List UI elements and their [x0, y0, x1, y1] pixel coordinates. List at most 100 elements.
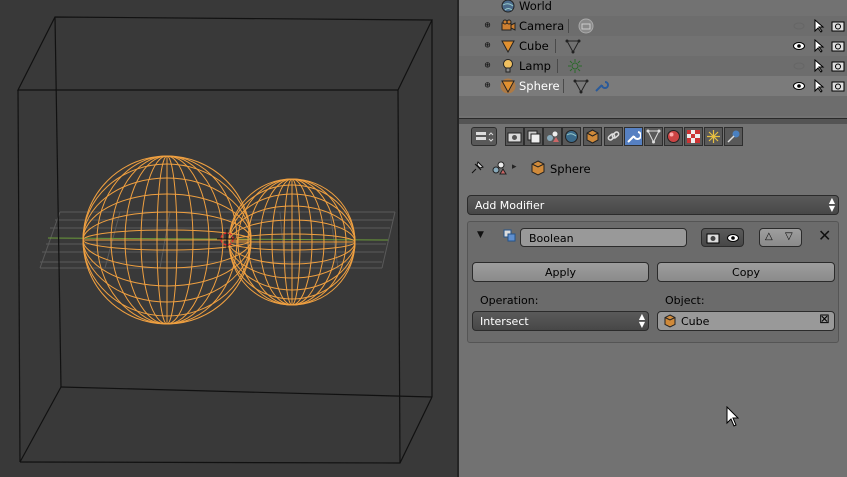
tab-texture[interactable] — [684, 127, 703, 146]
mesh-data-icon[interactable] — [573, 78, 589, 94]
breadcrumb: ▸ Sphere — [469, 160, 839, 178]
object-label: Object: — [665, 294, 705, 307]
properties-editor-icon — [476, 132, 494, 142]
tab-physics[interactable] — [724, 127, 743, 146]
modifier-move-buttons: △ ▽ — [759, 228, 802, 247]
eye-icon[interactable] — [792, 19, 806, 33]
breadcrumb-arrow-icon: ▸ — [512, 162, 517, 172]
breadcrumb-object-name: Sphere — [550, 162, 591, 176]
render-camera-icon — [507, 132, 522, 143]
tab-world[interactable] — [562, 127, 581, 146]
outliner-label: Cube — [519, 39, 549, 53]
scene-icon — [547, 131, 559, 142]
operation-dropdown[interactable]: Intersect ▲ ▼ — [472, 311, 649, 331]
copy-button[interactable]: Copy — [657, 262, 835, 282]
lamp-data-icon[interactable] — [567, 58, 583, 74]
modifier-header: ▼ Boolean △ ▽ ✕ — [468, 222, 838, 248]
apply-label: Apply — [544, 266, 577, 279]
copy-label: Copy — [732, 266, 760, 279]
move-up-icon[interactable]: △ — [765, 231, 773, 242]
outliner-label: World — [519, 0, 552, 13]
close-icon[interactable]: ✕ — [818, 226, 831, 245]
render-camera-icon[interactable] — [831, 19, 845, 33]
render-camera-icon[interactable] — [706, 231, 720, 245]
particles-icon — [707, 130, 720, 143]
outliner-empty-row — [459, 96, 847, 116]
cursor-select-icon[interactable] — [812, 79, 826, 93]
outliner-label: Sphere — [519, 79, 560, 93]
boolean-modifier-panel: ▼ Boolean △ ▽ ✕ Apply Copy Operation: Ob… — [467, 221, 839, 343]
camera-icon — [501, 19, 516, 31]
mouse-pointer-icon — [726, 406, 740, 427]
outliner-row-lamp[interactable]: ⊕ Lamp — [459, 56, 847, 76]
render-camera-icon[interactable] — [831, 39, 845, 53]
expand-plus-icon[interactable]: ⊕ — [483, 21, 492, 31]
move-down-icon[interactable]: ▽ — [785, 231, 793, 242]
editor-type-button[interactable] — [471, 127, 497, 146]
dropdown-arrows-icon: ▲ ▼ — [638, 312, 645, 329]
cursor-select-icon[interactable] — [812, 59, 826, 73]
expand-plus-icon[interactable]: ⊕ — [483, 41, 492, 51]
object-cube-icon — [664, 314, 676, 328]
render-layers-icon — [527, 130, 541, 144]
separator — [563, 79, 564, 93]
expand-plus-icon[interactable]: ⊕ — [483, 61, 492, 71]
boolean-modifier-icon — [503, 229, 516, 242]
add-modifier-dropdown[interactable]: Add Modifier ▲ ▼ — [467, 195, 839, 215]
outliner[interactable]: World ⊕ Camera ⊕ Cube ⊕ Lamp ⊕ Sphere — [459, 0, 847, 118]
tab-modifiers[interactable] — [624, 127, 643, 146]
apply-button[interactable]: Apply — [472, 262, 649, 282]
dropdown-arrows-icon: ▲ ▼ — [828, 196, 835, 213]
tab-particles[interactable] — [704, 127, 723, 146]
cursor-select-icon[interactable] — [812, 19, 826, 33]
wrench-icon[interactable] — [593, 78, 609, 94]
outliner-row-cube[interactable]: ⊕ Cube — [459, 36, 847, 56]
separator — [568, 19, 569, 33]
scene-icon — [492, 161, 507, 175]
eye-icon[interactable] — [792, 39, 806, 53]
object-value: Cube — [681, 315, 710, 328]
object-cube-icon — [586, 129, 599, 144]
render-camera-icon[interactable] — [831, 79, 845, 93]
pin-icon[interactable] — [469, 160, 485, 176]
tab-constraints[interactable] — [604, 127, 623, 146]
object-field[interactable]: Cube ⊠ — [657, 311, 835, 331]
tab-data[interactable] — [644, 127, 663, 146]
tab-render-layers[interactable] — [524, 127, 543, 146]
modifier-name-field[interactable]: Boolean — [520, 228, 687, 247]
tab-object[interactable] — [583, 127, 602, 146]
wrench-icon — [627, 131, 641, 143]
separator — [555, 39, 556, 53]
outliner-row-world[interactable]: World — [459, 0, 847, 16]
properties-editor[interactable]: ▸ Sphere Add Modifier ▲ ▼ ▼ Boolean △ ▽ ✕… — [459, 124, 847, 477]
eye-icon[interactable] — [726, 231, 740, 245]
operation-value: Intersect — [480, 315, 529, 328]
constraint-link-icon — [607, 131, 620, 141]
outliner-row-sphere[interactable]: ⊕ Sphere — [459, 76, 847, 96]
physics-icon — [727, 130, 740, 143]
world-icon — [565, 130, 578, 143]
modifier-name: Boolean — [529, 232, 574, 245]
tab-material[interactable] — [664, 127, 683, 146]
sphere-wireframe-small — [228, 178, 356, 306]
expand-plus-icon[interactable]: ⊕ — [483, 81, 492, 91]
tab-render[interactable] — [505, 127, 524, 146]
eye-icon[interactable] — [792, 79, 806, 93]
modifier-display-toggles — [701, 228, 744, 247]
render-camera-icon[interactable] — [831, 59, 845, 73]
collapse-triangle-icon[interactable]: ▼ — [477, 230, 484, 240]
separator — [557, 59, 558, 73]
lamp-icon — [503, 59, 513, 73]
camera-data-icon[interactable] — [578, 18, 594, 34]
outliner-label: Camera — [519, 19, 565, 33]
add-modifier-label: Add Modifier — [475, 199, 545, 212]
texture-checker-icon — [687, 130, 700, 143]
mesh-data-icon[interactable] — [565, 38, 581, 54]
mesh-icon — [500, 78, 516, 94]
3d-viewport[interactable] — [0, 0, 457, 477]
outliner-row-camera[interactable]: ⊕ Camera — [459, 16, 847, 36]
clear-field-icon[interactable]: ⊠ — [819, 312, 830, 327]
cursor-select-icon[interactable] — [812, 39, 826, 53]
tab-scene[interactable] — [543, 127, 562, 146]
eye-icon[interactable] — [792, 59, 806, 73]
